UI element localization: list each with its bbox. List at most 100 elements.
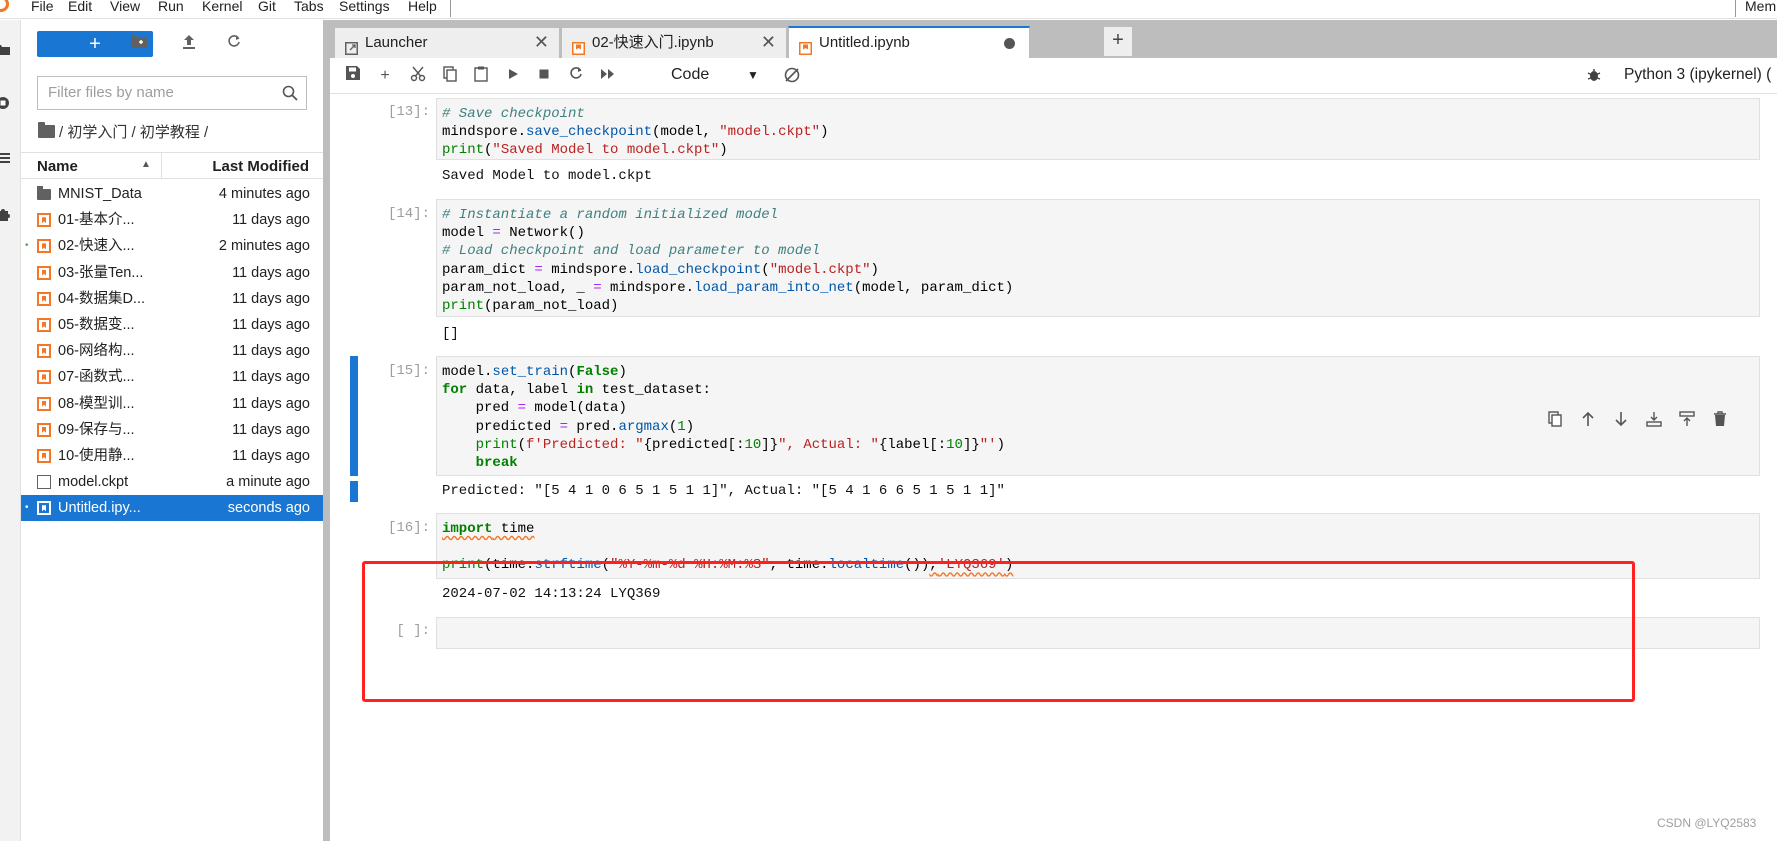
panel-splitter[interactable] — [323, 20, 330, 841]
run-cell-icon[interactable] — [502, 66, 524, 86]
restart-kernel-icon[interactable] — [565, 66, 587, 86]
menu-git[interactable]: Git — [258, 0, 276, 13]
close-icon[interactable]: ✕ — [534, 28, 549, 57]
cut-icon[interactable] — [407, 66, 429, 86]
paste-icon[interactable] — [470, 66, 492, 86]
restart-run-all-icon[interactable] — [597, 66, 619, 86]
cell-type-value: Code — [671, 66, 710, 83]
add-cell-icon[interactable]: + — [374, 66, 396, 86]
file-list-item[interactable]: 04-数据集D... 11 days ago — [21, 286, 323, 312]
close-icon[interactable]: ✕ — [761, 28, 776, 57]
home-folder-icon[interactable] — [38, 122, 55, 138]
notebook-icon — [37, 370, 51, 385]
file-modified: a minute ago — [226, 474, 310, 491]
file-list-item[interactable]: 03-张量Ten... 11 days ago — [21, 260, 323, 286]
file-icon — [37, 475, 51, 490]
cell-prompt: [14]: — [387, 206, 430, 222]
filter-files-field — [37, 76, 307, 110]
refresh-icon — [228, 35, 240, 47]
notebook-icon — [37, 239, 51, 254]
menu-settings[interactable]: Settings — [339, 0, 390, 13]
upload-button[interactable] — [179, 34, 199, 54]
breadcrumb-path[interactable]: / 初学入门 / 初学教程 / — [59, 121, 208, 142]
new-folder-button[interactable] — [129, 34, 149, 54]
menu-edit[interactable]: Edit — [68, 0, 92, 13]
column-name-header[interactable]: Name — [37, 158, 78, 175]
code-cell-editor[interactable]: # Save checkpoint mindspore.save_checkpo… — [436, 98, 1760, 160]
unsaved-dot-icon[interactable] — [1004, 38, 1015, 49]
tab-02-quickstart[interactable]: 02-快速入门.ipynb ✕ — [561, 27, 787, 58]
interrupt-kernel-icon[interactable] — [533, 66, 555, 86]
file-list-item[interactable]: MNIST_Data 4 minutes ago — [21, 181, 323, 207]
duplicate-cell-icon[interactable] — [1545, 411, 1565, 431]
move-up-icon[interactable] — [1578, 411, 1598, 431]
file-name: 07-函数式... — [58, 369, 135, 386]
git-diff-icon[interactable] — [781, 66, 803, 86]
file-list-item[interactable]: • 02-快速入... 2 minutes ago — [21, 233, 323, 259]
cell-prompt: [13]: — [387, 104, 430, 120]
menu-help[interactable]: Help — [408, 0, 437, 13]
running-sessions-icon[interactable] — [0, 96, 10, 110]
document-tab-bar: Launcher ✕ 02-快速入门.ipynb ✕ Untitled.ipyn… — [330, 20, 1777, 58]
chevron-down-icon: ▼ — [747, 68, 759, 82]
menu-run[interactable]: Run — [158, 0, 184, 13]
column-divider[interactable] — [161, 153, 162, 179]
menu-kernel[interactable]: Kernel — [202, 0, 242, 13]
tab-label: Launcher — [365, 34, 428, 51]
file-list-item[interactable]: • Untitled.ipy... seconds ago — [21, 495, 323, 522]
new-tab-button[interactable]: + — [1104, 27, 1132, 56]
notebook-icon — [37, 501, 51, 516]
code-cell-editor[interactable]: # Instantiate a random initialized model… — [436, 199, 1760, 317]
insert-below-icon[interactable] — [1677, 411, 1697, 431]
menu-view[interactable]: View — [110, 0, 140, 13]
tab-untitled[interactable]: Untitled.ipynb — [788, 26, 1030, 58]
file-list-item[interactable]: model.ckpt a minute ago — [21, 469, 323, 495]
file-modified: 4 minutes ago — [218, 186, 310, 202]
menu-divider — [450, 0, 451, 17]
debugger-bug-icon[interactable] — [1586, 67, 1602, 83]
memory-indicator: Mem — [1745, 0, 1777, 14]
file-list-item[interactable]: 06-网络构... 11 days ago — [21, 338, 323, 364]
sort-ascending-icon: ▲ — [141, 159, 151, 170]
file-modified: 11 days ago — [232, 316, 310, 333]
file-list-item[interactable]: 09-保存与... 11 days ago — [21, 417, 323, 443]
cell-output: Saved Model to model.ckpt — [442, 168, 653, 184]
jupyter-logo-icon — [0, 0, 9, 12]
delete-cell-icon[interactable] — [1710, 411, 1730, 431]
file-list-item[interactable]: 01-基本介... 11 days ago — [21, 207, 323, 233]
file-modified: 11 days ago — [232, 421, 310, 438]
folder-icon — [37, 186, 51, 200]
file-list-item[interactable]: 07-函数式... 11 days ago — [21, 364, 323, 390]
file-list-item[interactable]: 10-使用静... 11 days ago — [21, 443, 323, 469]
menu-divider — [1735, 0, 1736, 17]
tab-launcher[interactable]: Launcher ✕ — [334, 27, 560, 58]
refresh-button[interactable] — [224, 34, 244, 54]
cell-type-select[interactable]: Code ▼ — [671, 64, 771, 86]
menu-bar: File Edit View Run Kernel Git Tabs Setti… — [0, 0, 1777, 19]
notebook-icon — [37, 291, 51, 306]
move-down-icon[interactable] — [1611, 411, 1631, 431]
copy-icon[interactable] — [439, 66, 461, 86]
insert-above-icon[interactable] — [1644, 411, 1664, 431]
file-list-item[interactable]: 05-数据变... 11 days ago — [21, 312, 323, 338]
cell-action-toolbar — [1545, 411, 1730, 431]
menu-file[interactable]: File — [31, 0, 54, 13]
notebook-panel: [13]: # Save checkpoint mindspore.save_c… — [330, 95, 1777, 841]
kernel-name-label[interactable]: Python 3 (ipykernel) ( — [1624, 66, 1771, 84]
save-icon[interactable] — [342, 66, 364, 86]
folder-icon[interactable] — [0, 42, 10, 56]
file-name: 06-网络构... — [58, 343, 135, 360]
table-of-contents-icon[interactable] — [0, 151, 10, 165]
file-name: 05-数据变... — [58, 316, 135, 333]
notebook-icon — [37, 344, 51, 359]
column-modified-header[interactable]: Last Modified — [212, 158, 309, 175]
file-modified: 2 minutes ago — [218, 238, 310, 255]
notebook-icon — [572, 36, 585, 55]
file-list-item[interactable]: 08-模型训... 11 days ago — [21, 391, 323, 417]
file-name: 04-数据集D... — [58, 290, 146, 307]
activity-sidebar — [0, 20, 21, 841]
extension-puzzle-icon[interactable] — [0, 207, 10, 221]
filter-files-input[interactable] — [38, 77, 258, 107]
menu-tabs[interactable]: Tabs — [294, 0, 324, 13]
file-name: 09-保存与... — [58, 421, 135, 438]
